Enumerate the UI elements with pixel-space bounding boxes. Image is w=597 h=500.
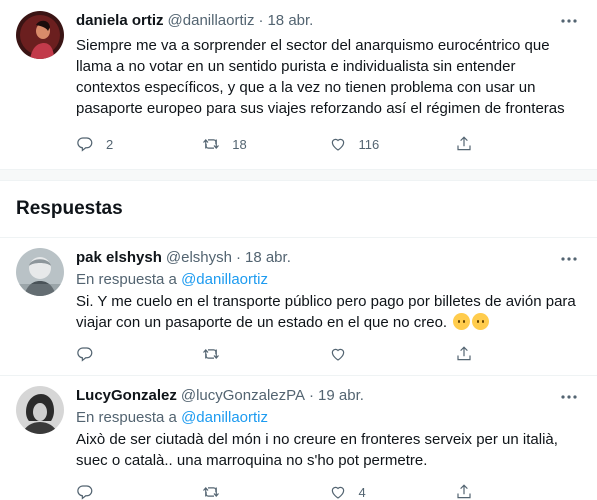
author-name[interactable]: pak elshysh [76, 248, 162, 268]
retweet-button[interactable] [202, 483, 328, 500]
like-button[interactable]: 4 [329, 483, 455, 500]
reply-button[interactable] [76, 483, 202, 500]
tweet-text: Siempre me va a sorprender el sector del… [76, 37, 565, 117]
reply-count: 2 [106, 136, 114, 152]
author-name[interactable]: daniela ortiz [76, 11, 164, 31]
avatar[interactable] [16, 386, 64, 434]
heart-icon [329, 483, 347, 500]
author-handle[interactable]: @elshysh [166, 248, 232, 268]
share-button[interactable] [455, 345, 581, 363]
share-icon [455, 135, 473, 153]
tweet-actions [76, 337, 581, 371]
author-handle[interactable]: @danillaortiz [168, 11, 255, 31]
mention-link[interactable]: @danillaortiz [181, 409, 268, 426]
like-button[interactable] [329, 345, 455, 363]
reply-context: En respuesta a @danillaortiz [76, 270, 581, 290]
reply-context: En respuesta a @danillaortiz [76, 408, 581, 428]
neutral-face-emoji-icon [472, 313, 490, 330]
like-count: 4 [358, 484, 366, 500]
reply-tweet[interactable]: LucyGonzalez @lucyGonzalezPA · 19 abr. E… [0, 376, 597, 500]
tweet-date[interactable]: 18 abr. [245, 248, 291, 268]
tweet-text-content: Si. Y me cuelo en el transporte público … [76, 293, 576, 331]
reply-icon [76, 483, 94, 500]
heart-icon [329, 135, 347, 153]
share-icon [455, 483, 473, 500]
separator-dot: · [258, 12, 264, 29]
retweet-icon [202, 135, 220, 153]
section-title: Respuestas [16, 198, 123, 219]
neutral-face-emoji-icon [453, 313, 471, 330]
avatar[interactable] [16, 11, 64, 59]
avatar[interactable] [16, 248, 64, 296]
retweet-icon [202, 345, 220, 363]
reply-icon [76, 135, 94, 153]
retweet-icon [202, 483, 220, 500]
main-tweet[interactable]: daniela ortiz @danillaortiz · 18 abr. Si… [0, 0, 597, 161]
more-dots-icon[interactable] [559, 388, 579, 406]
like-count: 116 [358, 136, 380, 152]
retweet-button[interactable] [202, 345, 328, 363]
reply-button[interactable] [76, 345, 202, 363]
share-icon [455, 345, 473, 363]
reply-icon [76, 345, 94, 363]
tweet-text: Si. Y me cuelo en el transporte público … [76, 291, 581, 333]
tweet-actions: 2 18 116 [76, 127, 581, 161]
retweet-button[interactable]: 18 [202, 135, 328, 153]
section-divider [0, 169, 597, 181]
mention-link[interactable]: @danillaortiz [181, 271, 268, 288]
tweet-actions: 4 [76, 475, 581, 500]
reply-prefix: En respuesta a [76, 271, 177, 288]
share-button[interactable] [455, 135, 581, 153]
reply-button[interactable]: 2 [76, 135, 202, 153]
heart-icon [329, 345, 347, 363]
like-button[interactable]: 116 [329, 135, 455, 153]
more-dots-icon[interactable] [559, 250, 579, 268]
author-handle[interactable]: @lucyGonzalezPA [181, 386, 305, 406]
tweet-text: Això de ser ciutadà del món i no creure … [76, 431, 558, 469]
separator-dot: · [309, 387, 315, 404]
tweet-date[interactable]: 19 abr. [318, 386, 364, 406]
share-button[interactable] [455, 483, 581, 500]
tweet-date[interactable]: 18 abr. [267, 11, 313, 31]
separator-dot: · [235, 249, 241, 266]
more-dots-icon[interactable] [559, 12, 579, 30]
reply-tweet[interactable]: pak elshysh @elshysh · 18 abr. En respue… [0, 238, 597, 371]
reply-prefix: En respuesta a [76, 409, 177, 426]
retweet-count: 18 [232, 136, 247, 152]
author-name[interactable]: LucyGonzalez [76, 386, 177, 406]
